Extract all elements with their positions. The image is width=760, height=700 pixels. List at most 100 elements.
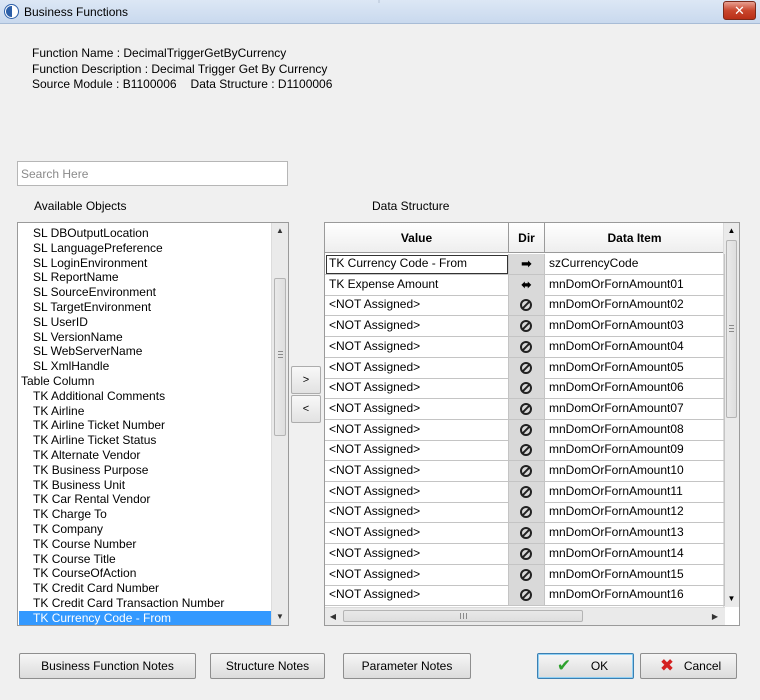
table-row[interactable]: <NOT Assigned> mnDomOrFornAmount14 bbox=[325, 543, 725, 565]
table-row[interactable]: <NOT Assigned> mnDomOrFornAmount11 bbox=[325, 481, 725, 503]
list-item[interactable]: TK Credit Card Number bbox=[19, 581, 271, 596]
parameter-notes-button[interactable]: Parameter Notes bbox=[343, 653, 471, 679]
table-row[interactable]: <NOT Assigned> mnDomOrFornAmount04 bbox=[325, 336, 725, 358]
list-item[interactable]: SL ReportName bbox=[19, 270, 271, 285]
table-row[interactable]: TK Currency Code - From ➡ szCurrencyCode bbox=[325, 254, 725, 275]
column-header-value[interactable]: Value bbox=[325, 223, 509, 253]
value-cell[interactable]: <NOT Assigned> bbox=[325, 481, 509, 503]
value-cell[interactable]: <NOT Assigned> bbox=[325, 419, 509, 441]
list-item[interactable]: SL SourceEnvironment bbox=[19, 285, 271, 300]
value-cell[interactable]: <NOT Assigned> bbox=[325, 398, 509, 420]
dir-cell[interactable] bbox=[509, 398, 545, 420]
list-item[interactable]: TK Additional Comments bbox=[19, 389, 271, 404]
table-row[interactable]: <NOT Assigned> mnDomOrFornAmount15 bbox=[325, 564, 725, 586]
scroll-right-icon[interactable]: ▶ bbox=[707, 608, 723, 625]
scroll-up-icon[interactable]: ▲ bbox=[272, 223, 288, 239]
list-item[interactable]: TK Airline Ticket Number bbox=[19, 418, 271, 433]
dir-cell[interactable] bbox=[509, 440, 545, 462]
grid-vertical-scrollbar[interactable]: ▲ ▼ bbox=[723, 223, 739, 607]
table-row[interactable]: <NOT Assigned> mnDomOrFornAmount03 bbox=[325, 316, 725, 338]
dir-cell[interactable] bbox=[509, 502, 545, 524]
list-item[interactable]: TK Alternate Vendor bbox=[19, 448, 271, 463]
list-item[interactable]: TK Car Rental Vendor bbox=[19, 492, 271, 507]
dir-cell[interactable] bbox=[509, 357, 545, 379]
value-cell[interactable]: TK Currency Code - From bbox=[325, 254, 509, 275]
ok-button[interactable]: ✔ OK bbox=[537, 653, 634, 679]
value-cell[interactable]: <NOT Assigned> bbox=[325, 502, 509, 524]
table-row[interactable]: <NOT Assigned> mnDomOrFornAmount07 bbox=[325, 398, 725, 420]
list-item[interactable]: SL VersionName bbox=[19, 330, 271, 345]
list-item[interactable]: TK Airline bbox=[19, 404, 271, 419]
list-item[interactable]: SL WebServerName bbox=[19, 344, 271, 359]
cancel-button[interactable]: ✖ Cancel bbox=[640, 653, 737, 679]
list-item[interactable]: SL DBOutputLocation bbox=[19, 226, 271, 241]
list-item[interactable]: TK Course Title bbox=[19, 552, 271, 567]
list-item[interactable]: TK Company bbox=[19, 522, 271, 537]
value-cell[interactable]: <NOT Assigned> bbox=[325, 295, 509, 317]
table-row[interactable]: TK Expense Amount ⬌ mnDomOrFornAmount01 bbox=[325, 274, 725, 296]
list-item[interactable]: TK Charge To bbox=[19, 507, 271, 522]
structure-notes-button[interactable]: Structure Notes bbox=[210, 653, 325, 679]
list-item[interactable]: TK Credit Card Transaction Number bbox=[19, 596, 271, 611]
dir-cell[interactable] bbox=[509, 461, 545, 482]
dir-cell[interactable]: ⬌ bbox=[509, 274, 545, 296]
list-item[interactable]: TK Airline Ticket Status bbox=[19, 433, 271, 448]
value-cell[interactable]: <NOT Assigned> bbox=[325, 316, 509, 338]
dir-cell[interactable] bbox=[509, 564, 545, 586]
value-cell[interactable]: <NOT Assigned> bbox=[325, 378, 509, 400]
list-item[interactable]: SL XmlHandle bbox=[19, 359, 271, 374]
table-row[interactable]: <NOT Assigned> mnDomOrFornAmount02 bbox=[325, 295, 725, 317]
dir-cell[interactable] bbox=[509, 481, 545, 503]
list-group-header[interactable]: Table Column bbox=[19, 374, 271, 389]
value-cell[interactable]: TK Expense Amount bbox=[325, 274, 509, 296]
dir-cell[interactable] bbox=[509, 336, 545, 358]
dir-cell[interactable] bbox=[509, 419, 545, 441]
data-structure-grid[interactable]: Value Dir Data Item ▲ ▼ ◀ ▶ TK Currency … bbox=[324, 222, 740, 626]
value-cell[interactable]: <NOT Assigned> bbox=[325, 523, 509, 545]
business-function-notes-button[interactable]: Business Function Notes bbox=[19, 653, 196, 679]
column-header-data-item[interactable]: Data Item bbox=[545, 223, 725, 253]
table-row[interactable]: <NOT Assigned> mnDomOrFornAmount05 bbox=[325, 357, 725, 379]
value-cell[interactable]: <NOT Assigned> bbox=[325, 461, 509, 482]
value-cell[interactable]: <NOT Assigned> bbox=[325, 543, 509, 565]
list-item[interactable]: TK CourseOfAction bbox=[19, 566, 271, 581]
table-row[interactable]: <NOT Assigned> mnDomOrFornAmount12 bbox=[325, 502, 725, 524]
table-row[interactable]: <NOT Assigned> mnDomOrFornAmount16 bbox=[325, 585, 725, 607]
value-cell[interactable]: <NOT Assigned> bbox=[325, 336, 509, 358]
dir-cell[interactable] bbox=[509, 543, 545, 565]
list-item[interactable]: TK Business Unit bbox=[19, 478, 271, 493]
column-header-dir[interactable]: Dir bbox=[509, 223, 545, 253]
dir-cell[interactable] bbox=[509, 316, 545, 338]
remove-object-button[interactable]: < bbox=[291, 395, 321, 423]
scrollbar-thumb[interactable] bbox=[274, 278, 286, 436]
table-row[interactable]: <NOT Assigned> mnDomOrFornAmount06 bbox=[325, 378, 725, 400]
list-item[interactable]: SL LoginEnvironment bbox=[19, 256, 271, 271]
value-cell[interactable]: <NOT Assigned> bbox=[325, 440, 509, 462]
table-row[interactable]: <NOT Assigned> mnDomOrFornAmount09 bbox=[325, 440, 725, 462]
dir-cell[interactable] bbox=[509, 378, 545, 400]
scroll-down-icon[interactable]: ▼ bbox=[724, 591, 739, 607]
scrollbar-thumb[interactable] bbox=[726, 240, 737, 418]
list-item[interactable]: SL UserID bbox=[19, 315, 271, 330]
list-item[interactable]: SL TargetEnvironment bbox=[19, 300, 271, 315]
dir-cell[interactable] bbox=[509, 295, 545, 317]
list-item[interactable]: TK Business Purpose bbox=[19, 463, 271, 478]
value-cell[interactable]: <NOT Assigned> bbox=[325, 564, 509, 586]
value-cell[interactable]: <NOT Assigned> bbox=[325, 357, 509, 379]
scroll-left-icon[interactable]: ◀ bbox=[325, 608, 341, 625]
scrollbar-thumb[interactable] bbox=[343, 610, 583, 622]
dir-cell[interactable] bbox=[509, 585, 545, 607]
scroll-down-icon[interactable]: ▼ bbox=[272, 609, 288, 625]
search-input[interactable] bbox=[17, 161, 288, 186]
table-row[interactable]: <NOT Assigned> mnDomOrFornAmount13 bbox=[325, 523, 725, 545]
grid-horizontal-scrollbar[interactable]: ◀ ▶ bbox=[325, 607, 725, 625]
value-cell[interactable]: <NOT Assigned> bbox=[325, 585, 509, 607]
table-row[interactable]: <NOT Assigned> mnDomOrFornAmount10 bbox=[325, 461, 725, 482]
close-button[interactable]: ✕ bbox=[723, 1, 756, 20]
list-item[interactable]: TK Course Number bbox=[19, 537, 271, 552]
available-objects-scrollbar[interactable]: ▲ ▼ bbox=[271, 223, 288, 625]
add-object-button[interactable]: > bbox=[291, 366, 321, 394]
scroll-up-icon[interactable]: ▲ bbox=[724, 223, 739, 239]
table-row[interactable]: <NOT Assigned> mnDomOrFornAmount08 bbox=[325, 419, 725, 441]
dir-cell[interactable]: ➡ bbox=[509, 254, 545, 275]
